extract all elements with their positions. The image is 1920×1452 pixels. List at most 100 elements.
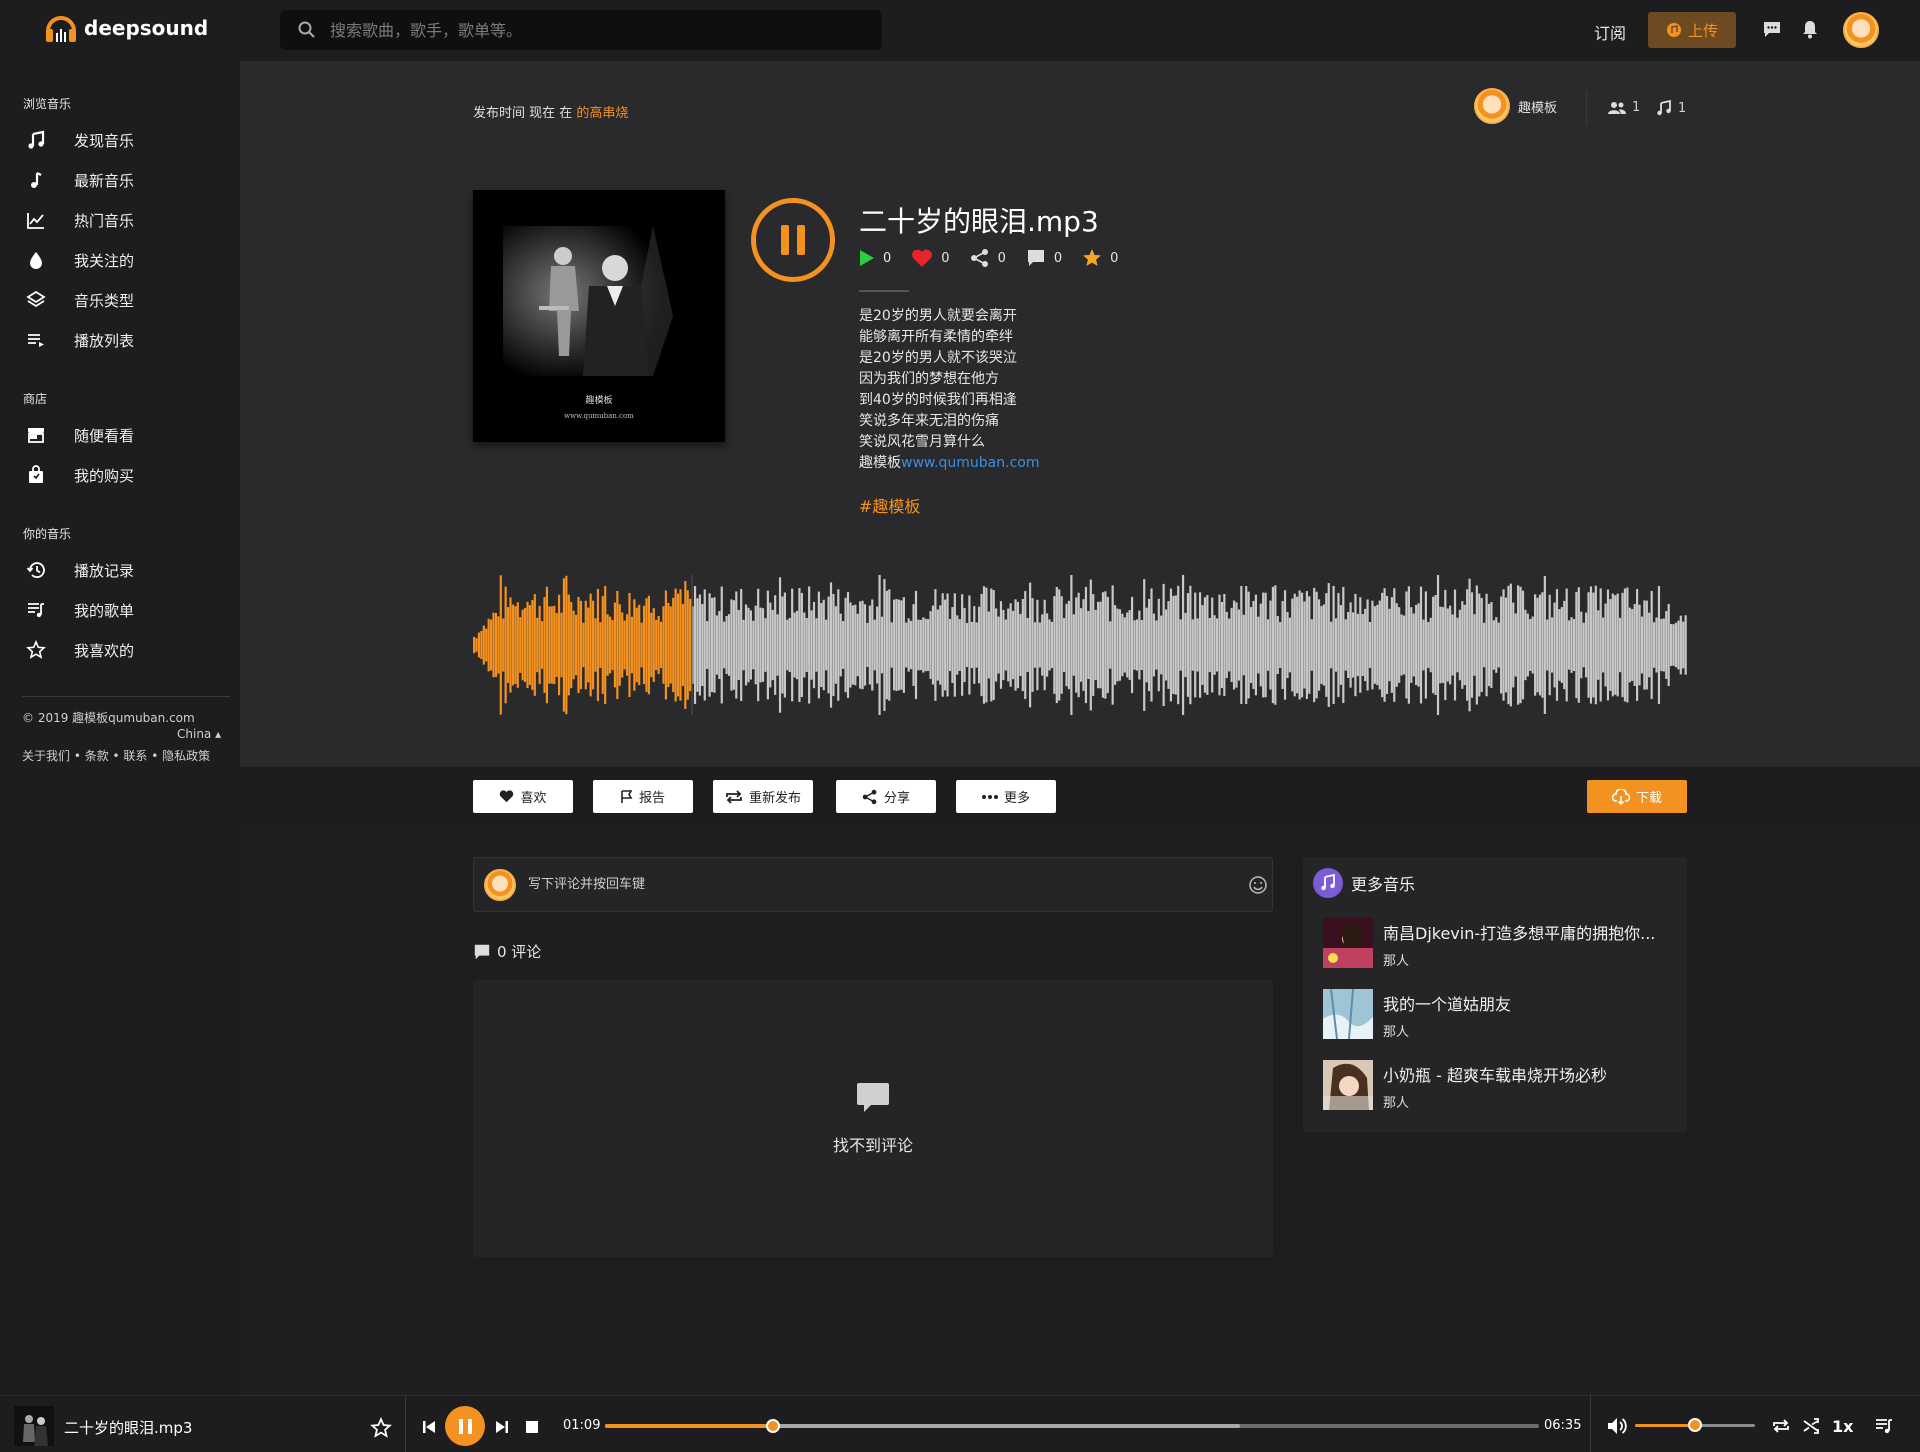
sidebar-item-trending[interactable]: 热门音乐	[0, 200, 240, 240]
sidebar-item-playlists[interactable]: 播放列表	[0, 320, 240, 360]
waveform-bar	[774, 595, 777, 695]
sidebar-item-my-playlists[interactable]: 我的歌单	[0, 590, 240, 630]
progress-handle[interactable]	[766, 1419, 781, 1433]
volume-icon[interactable]	[1606, 1415, 1628, 1437]
waveform-bar	[1347, 611, 1350, 679]
waveform-bar	[589, 593, 592, 697]
big-pause-button[interactable]	[751, 198, 835, 282]
subscribe-link[interactable]: 订阅	[1594, 20, 1626, 44]
waveform-bar	[1031, 598, 1034, 692]
volume-handle[interactable]	[1688, 1418, 1702, 1432]
waveform-bar	[1478, 593, 1481, 697]
track-tag[interactable]: #趣模板	[859, 493, 920, 517]
waveform-bar	[961, 594, 964, 696]
waveform-bar	[752, 620, 755, 670]
report-button[interactable]: 报告	[593, 780, 693, 813]
sidebar-item-liked[interactable]: 我喜欢的	[0, 630, 240, 670]
waveform-bar	[1288, 617, 1291, 673]
download-button[interactable]: 下载	[1587, 780, 1687, 813]
waveform-bar	[795, 610, 799, 680]
waveform-bar	[1597, 610, 1600, 680]
waveform-bar	[638, 604, 641, 686]
playback-speed[interactable]: 1x	[1832, 1417, 1853, 1436]
track-artist[interactable]: 那人	[1383, 1021, 1683, 1040]
waveform-bar	[1602, 617, 1605, 673]
sidebar-item-latest[interactable]: 最新音乐	[0, 160, 240, 200]
comment-input-box[interactable]	[473, 857, 1273, 912]
waveform-bar	[1339, 605, 1342, 685]
more-music-item[interactable]: 南昌Djkevin-打造多想平庸的拥抱你... 那人	[1323, 918, 1683, 970]
waveform-bar	[1121, 613, 1124, 677]
layers-icon	[26, 290, 46, 308]
waveform[interactable]	[473, 575, 1687, 715]
waveform-bar	[851, 605, 854, 685]
owner-info[interactable]: 趣模板	[1474, 88, 1557, 124]
sidebar-item-store-browse[interactable]: 随便看看	[0, 415, 240, 455]
track-name[interactable]: 南昌Djkevin-打造多想平庸的拥抱你...	[1383, 920, 1683, 944]
waveform-bar	[686, 590, 689, 700]
sidebar-item-discover[interactable]: 发现音乐	[0, 120, 240, 160]
waveform-bar	[1320, 606, 1323, 684]
track-artist[interactable]: 那人	[1383, 1092, 1683, 1111]
track-name[interactable]: 我的一个道姑朋友	[1383, 991, 1683, 1015]
shopping-bag-icon	[29, 465, 43, 483]
waveform-bar	[1014, 599, 1017, 691]
language-selector[interactable]: China ▴	[177, 727, 221, 741]
owner-name[interactable]: 趣模板	[1518, 97, 1557, 116]
waveform-bar	[1024, 591, 1027, 699]
shuffle-icon[interactable]	[1802, 1417, 1820, 1435]
waveform-bar	[1592, 592, 1595, 698]
comment-input[interactable]	[528, 877, 1208, 892]
sidebar-item-history[interactable]: 播放记录	[0, 550, 240, 590]
waveform-bar	[613, 602, 617, 688]
more-music-item[interactable]: 我的一个道姑朋友 那人	[1323, 989, 1683, 1041]
waveform-bar	[1279, 622, 1282, 668]
upload-button[interactable]: 上传	[1648, 12, 1736, 48]
share-button[interactable]: 分享	[836, 780, 936, 813]
player-pause-button[interactable]	[445, 1406, 485, 1446]
bell-icon[interactable]	[1799, 18, 1821, 40]
chat-icon[interactable]	[1761, 18, 1783, 40]
lyric-link[interactable]: www.qumuban.com	[901, 455, 1039, 471]
search-input[interactable]	[330, 20, 850, 40]
sidebar-item-purchases[interactable]: 我的购买	[0, 455, 240, 495]
comment-icon	[474, 944, 490, 959]
like-button[interactable]: 喜欢	[473, 780, 573, 813]
more-music-item[interactable]: 小奶瓶 - 超爽车载串烧开场必秒 那人	[1323, 1060, 1683, 1112]
search-bar[interactable]	[280, 10, 882, 50]
waveform-bar	[808, 586, 811, 704]
owner-divider	[1586, 91, 1587, 125]
next-icon[interactable]	[494, 1419, 510, 1435]
waveform-bar	[1330, 621, 1333, 669]
waveform-bar	[1674, 622, 1678, 668]
music-note-icon	[28, 130, 45, 149]
footer-links[interactable]: 关于我们 • 条款 • 联系 • 隐私政策	[22, 747, 210, 764]
player-divider	[1590, 1395, 1591, 1452]
waveform-bar	[968, 595, 971, 695]
previous-icon[interactable]	[421, 1419, 437, 1435]
emoji-icon[interactable]	[1248, 875, 1268, 895]
waveform-bar	[1626, 587, 1629, 703]
repost-button[interactable]: 重新发布	[713, 780, 813, 813]
waveform-bar	[825, 619, 828, 671]
track-artist[interactable]: 那人	[1383, 950, 1683, 969]
pause-bar-left	[458, 1418, 463, 1434]
favorite-star-icon[interactable]	[370, 1417, 392, 1439]
waveform-bar	[1378, 600, 1381, 690]
sidebar-item-genres[interactable]: 音乐类型	[0, 280, 240, 320]
logo[interactable]: deepsound	[44, 11, 208, 45]
queue-music-icon	[28, 603, 44, 618]
more-button[interactable]: 更多	[956, 780, 1056, 813]
queue-icon[interactable]	[1874, 1416, 1894, 1436]
waveform-bar	[747, 607, 750, 683]
owner-avatar[interactable]	[1474, 88, 1510, 124]
genre-link[interactable]: 的高串烧	[576, 106, 628, 121]
user-avatar[interactable]	[1843, 12, 1879, 48]
sidebar-item-following[interactable]: 我关注的	[0, 240, 240, 280]
repeat-icon[interactable]	[1772, 1417, 1790, 1435]
waveform-bar	[1449, 605, 1452, 685]
waveform-bar	[650, 612, 653, 678]
waveform-bar	[1087, 611, 1090, 679]
track-name[interactable]: 小奶瓶 - 超爽车载串烧开场必秒	[1383, 1062, 1683, 1086]
stop-icon[interactable]	[525, 1420, 539, 1434]
